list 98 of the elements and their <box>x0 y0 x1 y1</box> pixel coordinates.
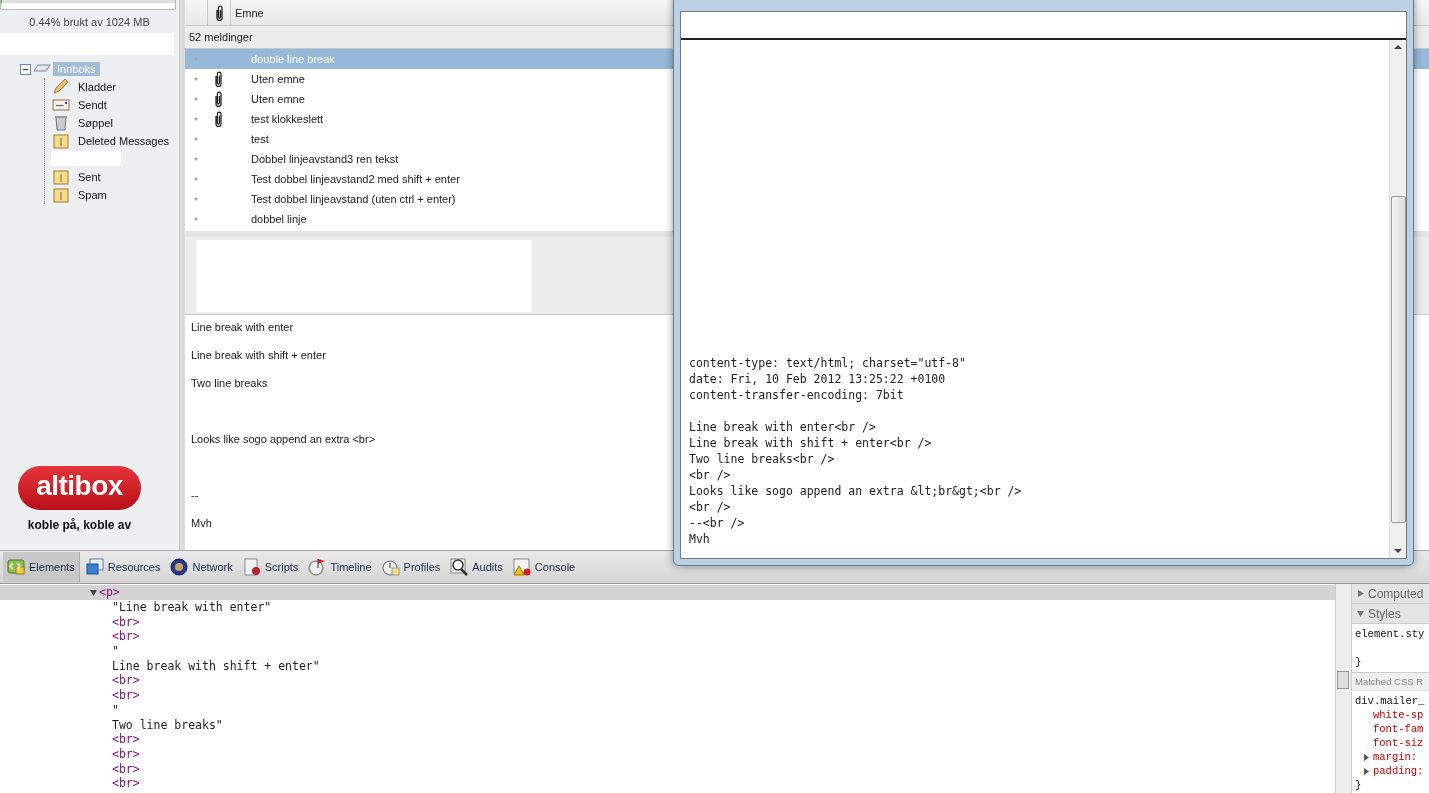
message-row[interactable]: test klokkeslett <box>185 109 1429 129</box>
dom-text: " <box>112 702 119 717</box>
envelope-icon <box>52 96 70 114</box>
stopwatch-flag-icon <box>308 558 327 576</box>
folder-item[interactable]: Søppel <box>74 116 117 130</box>
css-selector: div.mailer_ <box>1355 695 1425 707</box>
css-property: white-sp <box>1373 709 1424 721</box>
source-line: --<br /> <box>689 515 746 531</box>
folder-item[interactable]: Sent <box>74 170 105 184</box>
source-line: <br /> <box>689 499 732 515</box>
code-brackets-icon <box>7 558 25 576</box>
unread-dot-icon <box>194 197 198 201</box>
message-text: Line break with shift + enter <box>191 348 326 363</box>
unread-dot-icon <box>194 97 198 101</box>
folder-icon <box>52 132 70 150</box>
css-selector: } <box>1355 779 1362 791</box>
globe-icon <box>170 558 189 576</box>
devtools-tab[interactable]: Profiles <box>377 552 445 582</box>
source-line: Line break with enter<br /> <box>689 419 877 435</box>
message-text: Line break with enter <box>191 320 294 335</box>
unread-dot-icon <box>194 217 198 221</box>
html-tag: <br> <box>112 746 140 761</box>
unread-dot-icon <box>194 77 198 81</box>
folder-icon <box>52 186 70 204</box>
folder-icon <box>52 168 70 186</box>
source-line: date: Fri, 10 Feb 2012 13:25:22 +0100 <box>689 371 947 387</box>
console-warning-icon <box>512 558 531 576</box>
dom-text: Two line breaks" <box>112 717 223 732</box>
message-row[interactable]: Dobbel linjeavstand3 ren tekst <box>185 149 1429 169</box>
message-row[interactable]: Uten emne <box>185 89 1429 109</box>
css-selector: } <box>1355 656 1362 668</box>
scrollbar[interactable] <box>1389 40 1406 558</box>
magnifier-icon <box>450 558 469 576</box>
scrollbar-thumb[interactable] <box>1390 195 1406 523</box>
source-line: Line break with shift + enter<br /> <box>689 435 933 451</box>
message-text: Looks like sogo append an extra <br> <box>191 432 376 447</box>
message-row[interactable]: test <box>185 129 1429 149</box>
html-tag: <br> <box>112 761 140 776</box>
dom-text: " <box>112 644 119 659</box>
message-text: Mvh <box>191 516 212 531</box>
message-row[interactable]: Test dobbel linjeavstand2 med shift + enter <box>185 169 1429 189</box>
dom-text: "Line break with enter" <box>112 600 272 615</box>
dom-row-highlight[interactable]: <p> <box>0 585 1335 600</box>
message-row[interactable]: dobbel linje <box>185 209 1429 229</box>
css-property: font-siz <box>1373 737 1424 749</box>
unread-dot-icon <box>194 57 198 61</box>
dom-text: Line break with shift + enter" <box>112 658 320 673</box>
message-row[interactable]: Test dobbel linjeavstand (uten ctrl + enter) <box>185 189 1429 209</box>
folder-item[interactable]: Kladder <box>74 80 120 94</box>
source-line: content-type: text/html; charset="utf-8" <box>689 355 967 371</box>
quota-text: 0.44% brukt av 1024 MB <box>28 15 151 30</box>
css-property: font-fam <box>1373 723 1424 735</box>
html-tag: <br> <box>112 673 140 688</box>
folder-item[interactable]: Sendt <box>74 98 111 112</box>
column-header[interactable]: Emne <box>231 0 264 25</box>
folder-item[interactable]: Deleted Messages <box>74 134 174 148</box>
devtools-tab[interactable]: Network <box>166 552 237 582</box>
script-page-icon <box>242 558 261 576</box>
devtools-tab[interactable]: Console <box>508 552 580 582</box>
unread-dot-icon <box>194 177 198 181</box>
html-tag: <br> <box>112 688 140 703</box>
html-tag: <br> <box>112 732 140 747</box>
trash-can-icon <box>52 114 70 132</box>
source-line: Mvh <box>689 531 711 547</box>
stopwatch-icon <box>381 558 400 576</box>
collapse-icon[interactable] <box>20 63 31 75</box>
html-tag: <br> <box>112 776 140 791</box>
html-tag: <br> <box>112 614 140 629</box>
css-property: padding: <box>1373 765 1424 777</box>
scrollbar[interactable] <box>1335 584 1352 793</box>
section-subheader: Matched CSS R <box>1352 672 1429 691</box>
logo-tagline: koble på, koble av <box>27 518 132 532</box>
html-tag: <br> <box>112 629 140 644</box>
message-text: Two line breaks <box>191 376 268 391</box>
message-text: -- <box>191 488 199 503</box>
scrollbar-thumb[interactable] <box>1337 671 1349 689</box>
message-row[interactable]: Uten emne <box>185 69 1429 89</box>
css-property: margin: <box>1373 751 1418 763</box>
devtools-tab[interactable]: Audits <box>446 552 507 582</box>
paperclip-icon <box>213 4 225 21</box>
devtools-tab[interactable]: Elements <box>3 552 80 582</box>
devtools-tab[interactable]: Scripts <box>238 552 303 582</box>
css-selector: element.sty <box>1355 628 1425 640</box>
logo-wordmark: altibox <box>18 466 141 510</box>
source-line: content-transfer-encoding: 7bit <box>689 387 905 403</box>
unread-dot-icon <box>194 137 198 141</box>
unread-dot-icon <box>194 157 198 161</box>
devtools-tab[interactable]: Resources <box>81 552 165 582</box>
unread-dot-icon <box>194 117 198 121</box>
scroll-down-icon <box>1394 548 1402 554</box>
html-tag: <p> <box>99 585 120 600</box>
devtools-tab[interactable]: Timeline <box>304 552 376 582</box>
folder-item[interactable]: Spam <box>74 188 111 202</box>
source-line: Looks like sogo append an extra &lt;br&gt;<br /> <box>689 483 1023 499</box>
source-line: Two line breaks<br /> <box>689 451 836 467</box>
source-line: <br /> <box>689 467 732 483</box>
windows-icon <box>85 558 104 576</box>
pencil-icon <box>52 78 70 96</box>
